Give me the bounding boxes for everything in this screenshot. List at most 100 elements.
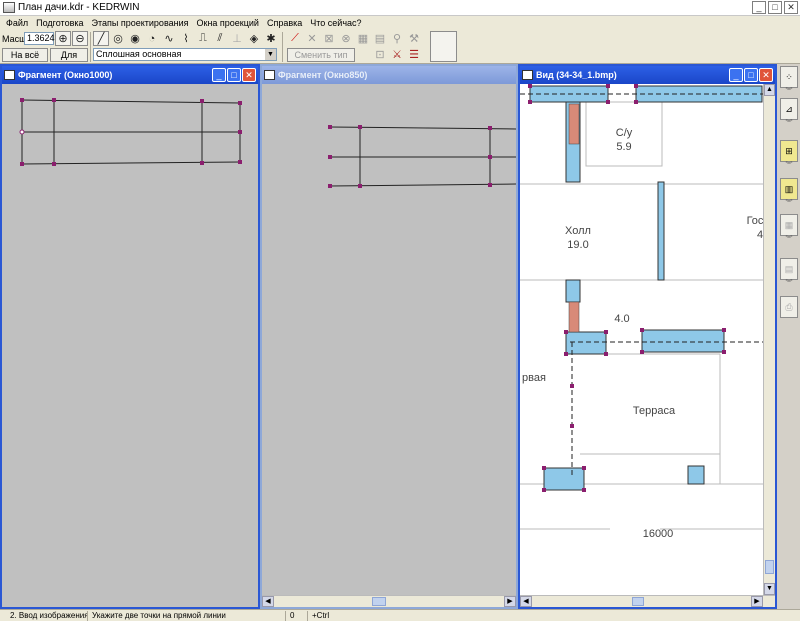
fillet-icon[interactable]: ⎍ (195, 31, 211, 46)
status-bar: 2. Ввод изображения Укажите две точки на… (0, 609, 800, 621)
delete-all-icon[interactable]: ⊗ (338, 31, 354, 46)
spline-icon[interactable]: ∿ (161, 31, 177, 46)
zoom-in-icon[interactable]: ⊕ (55, 31, 71, 46)
maximize-button[interactable]: □ (768, 1, 782, 14)
window-icon (264, 70, 275, 80)
drawing-canvas[interactable] (2, 84, 258, 607)
scroll-right-icon[interactable]: ▶ (751, 596, 763, 607)
status-hint: Укажите две точки на прямой линии (90, 611, 286, 621)
room-name-hall: Холл (565, 225, 591, 237)
scroll-down-icon[interactable]: ▼ (764, 583, 775, 595)
menu-whats-now[interactable]: Что сейчас? (306, 18, 365, 28)
fragment-drawing[interactable] (262, 84, 516, 595)
scroll-thumb[interactable] (372, 597, 386, 606)
chevron-down-icon[interactable]: ︾ (781, 88, 797, 95)
drawing-canvas[interactable]: ◀ ▶ (262, 84, 516, 607)
scroll-up-icon[interactable]: ▲ (764, 84, 775, 96)
room-name-wc: С/у (616, 127, 633, 139)
horizontal-scrollbar[interactable]: ◀ ▶ (262, 595, 516, 607)
chevron-down-icon[interactable]: ︾ (781, 162, 797, 169)
hatch-palette-icon[interactable]: ▦ (780, 214, 798, 236)
fragment-window-850-title: Фрагмент (Окно850) (278, 70, 368, 80)
minimize-button[interactable]: _ (752, 1, 766, 14)
view-window-titlebar[interactable]: Вид (34-34_1.bmp) _ □ ✕ (520, 66, 775, 84)
mirror-icon[interactable]: ⚒ (406, 31, 422, 46)
bitmap-canvas[interactable]: С/у 5.9 Холл 19.0 Гос 4 4.0 Терраса рвая… (520, 84, 775, 607)
maximize-button[interactable]: □ (227, 68, 241, 82)
app-title-bar: План дачи.kdr - KEDRWIN _ □ ✕ (0, 0, 800, 16)
curve-icon[interactable]: ⌇ (178, 31, 194, 46)
fragment-window-850-titlebar[interactable]: Фрагмент (Окно850) (262, 66, 516, 84)
status-value: 0 (288, 611, 308, 621)
measure-icon[interactable]: ⊡ (372, 47, 388, 62)
snap-points-icon[interactable]: ⁘ (780, 66, 798, 88)
offset-icon[interactable]: ⫽ (212, 31, 228, 46)
delete-icon[interactable]: ⊠ (321, 31, 337, 46)
layers-palette-icon[interactable]: ▤ (780, 258, 798, 280)
close-button[interactable]: ✕ (242, 68, 256, 82)
chevron-down-icon[interactable]: ︾ (781, 280, 797, 287)
dimension-icon[interactable]: ⊥ (229, 31, 245, 46)
chevron-down-icon[interactable]: ▼ (265, 49, 276, 60)
line-type-select[interactable]: Сплошная основная ▼ (93, 48, 277, 61)
projection-icon[interactable]: ⊞ (780, 140, 798, 162)
chevron-down-icon[interactable]: ︾ (781, 236, 797, 243)
hatch-icon[interactable]: ⚔ (389, 47, 405, 62)
print-palette-icon[interactable]: ⎙ (780, 296, 798, 318)
fragment-window-850[interactable]: Фрагмент (Окно850) ◀ ▶ (260, 64, 518, 609)
vertical-scrollbar[interactable]: ▲ ▼ (763, 84, 775, 595)
close-button[interactable]: ✕ (759, 68, 773, 82)
window-icon (522, 70, 533, 80)
fragment-drawing[interactable] (2, 84, 258, 607)
copy-icon[interactable]: ▦ (355, 31, 371, 46)
circle-three-point-icon[interactable]: ◉ (127, 31, 143, 46)
room-area-wc: 5.9 (616, 141, 631, 153)
fragment-window-1000[interactable]: Фрагмент (Окно1000) _ □ ✕ (0, 64, 260, 609)
dimension-label: 16000 (643, 528, 674, 540)
delete-segment-icon[interactable]: ✕ (304, 31, 320, 46)
zoom-out-icon[interactable]: ⊖ (72, 31, 88, 46)
menu-design-stages[interactable]: Этапы проектирования (88, 18, 193, 28)
line-type-value: Сплошная основная (96, 49, 182, 59)
minimize-button[interactable]: _ (212, 68, 226, 82)
room-name-west: рвая (522, 372, 546, 384)
chevron-down-icon[interactable]: ︾ (781, 200, 797, 207)
segment-icon[interactable]: ╱ (93, 31, 109, 46)
scroll-left-icon[interactable]: ◀ (520, 596, 532, 607)
scale-input[interactable]: 1.3624 (24, 32, 55, 45)
maximize-button[interactable]: □ (744, 68, 758, 82)
menu-projection-windows[interactable]: Окна проекций (193, 18, 263, 28)
status-modifier: +Ctrl (312, 611, 330, 620)
menu-preparation[interactable]: Подготовка (32, 18, 87, 28)
view-window-bitmap[interactable]: Вид (34-34_1.bmp) _ □ ✕ С/у 5.9 Холл 19.… (518, 64, 777, 609)
for-all-button[interactable]: Для всех (50, 48, 88, 72)
rotate-icon[interactable]: ⚲ (389, 31, 405, 46)
snap-icon[interactable]: ◈ (246, 31, 262, 46)
view-2d-icon[interactable]: ⊿ (780, 98, 798, 120)
fragment-window-1000-titlebar[interactable]: Фрагмент (Окно1000) _ □ ✕ (2, 66, 258, 84)
menu-file[interactable]: Файл (2, 18, 32, 28)
scroll-left-icon[interactable]: ◀ (262, 596, 274, 607)
change-line-type-button[interactable]: Сменить тип линии (287, 48, 355, 72)
menu-help[interactable]: Справка (263, 18, 306, 28)
divide-icon[interactable]: ✱ (263, 31, 279, 46)
scroll-right-icon[interactable]: ▶ (504, 596, 516, 607)
fragment-window-1000-title: Фрагмент (Окно1000) (18, 70, 113, 80)
app-title: План дачи.kdr - KEDRWIN (18, 2, 140, 13)
layers-icon[interactable]: ☰ (406, 47, 422, 62)
room-area-corridor: 4.0 (614, 313, 629, 325)
floor-plan[interactable]: С/у 5.9 Холл 19.0 Гос 4 4.0 Терраса рвая… (520, 84, 764, 596)
bitmap-input-icon[interactable]: ▥ (780, 178, 798, 200)
move-icon[interactable]: ▤ (372, 31, 388, 46)
trim-icon[interactable]: ⟋ (287, 31, 303, 46)
circle-tangent-icon[interactable]: ◎ (110, 31, 126, 46)
menu-bar: Файл Подготовка Этапы проектирования Окн… (0, 16, 800, 30)
fit-all-button[interactable]: На всё окно (2, 48, 48, 72)
close-button[interactable]: ✕ (784, 1, 798, 14)
arc-icon[interactable]: ◔ (144, 31, 160, 46)
chevron-down-icon[interactable]: ︾ (781, 120, 797, 127)
scroll-thumb[interactable] (765, 560, 774, 574)
scroll-thumb[interactable] (632, 597, 644, 606)
horizontal-scrollbar[interactable]: ◀ ▶ (520, 595, 775, 607)
minimize-button[interactable]: _ (729, 68, 743, 82)
